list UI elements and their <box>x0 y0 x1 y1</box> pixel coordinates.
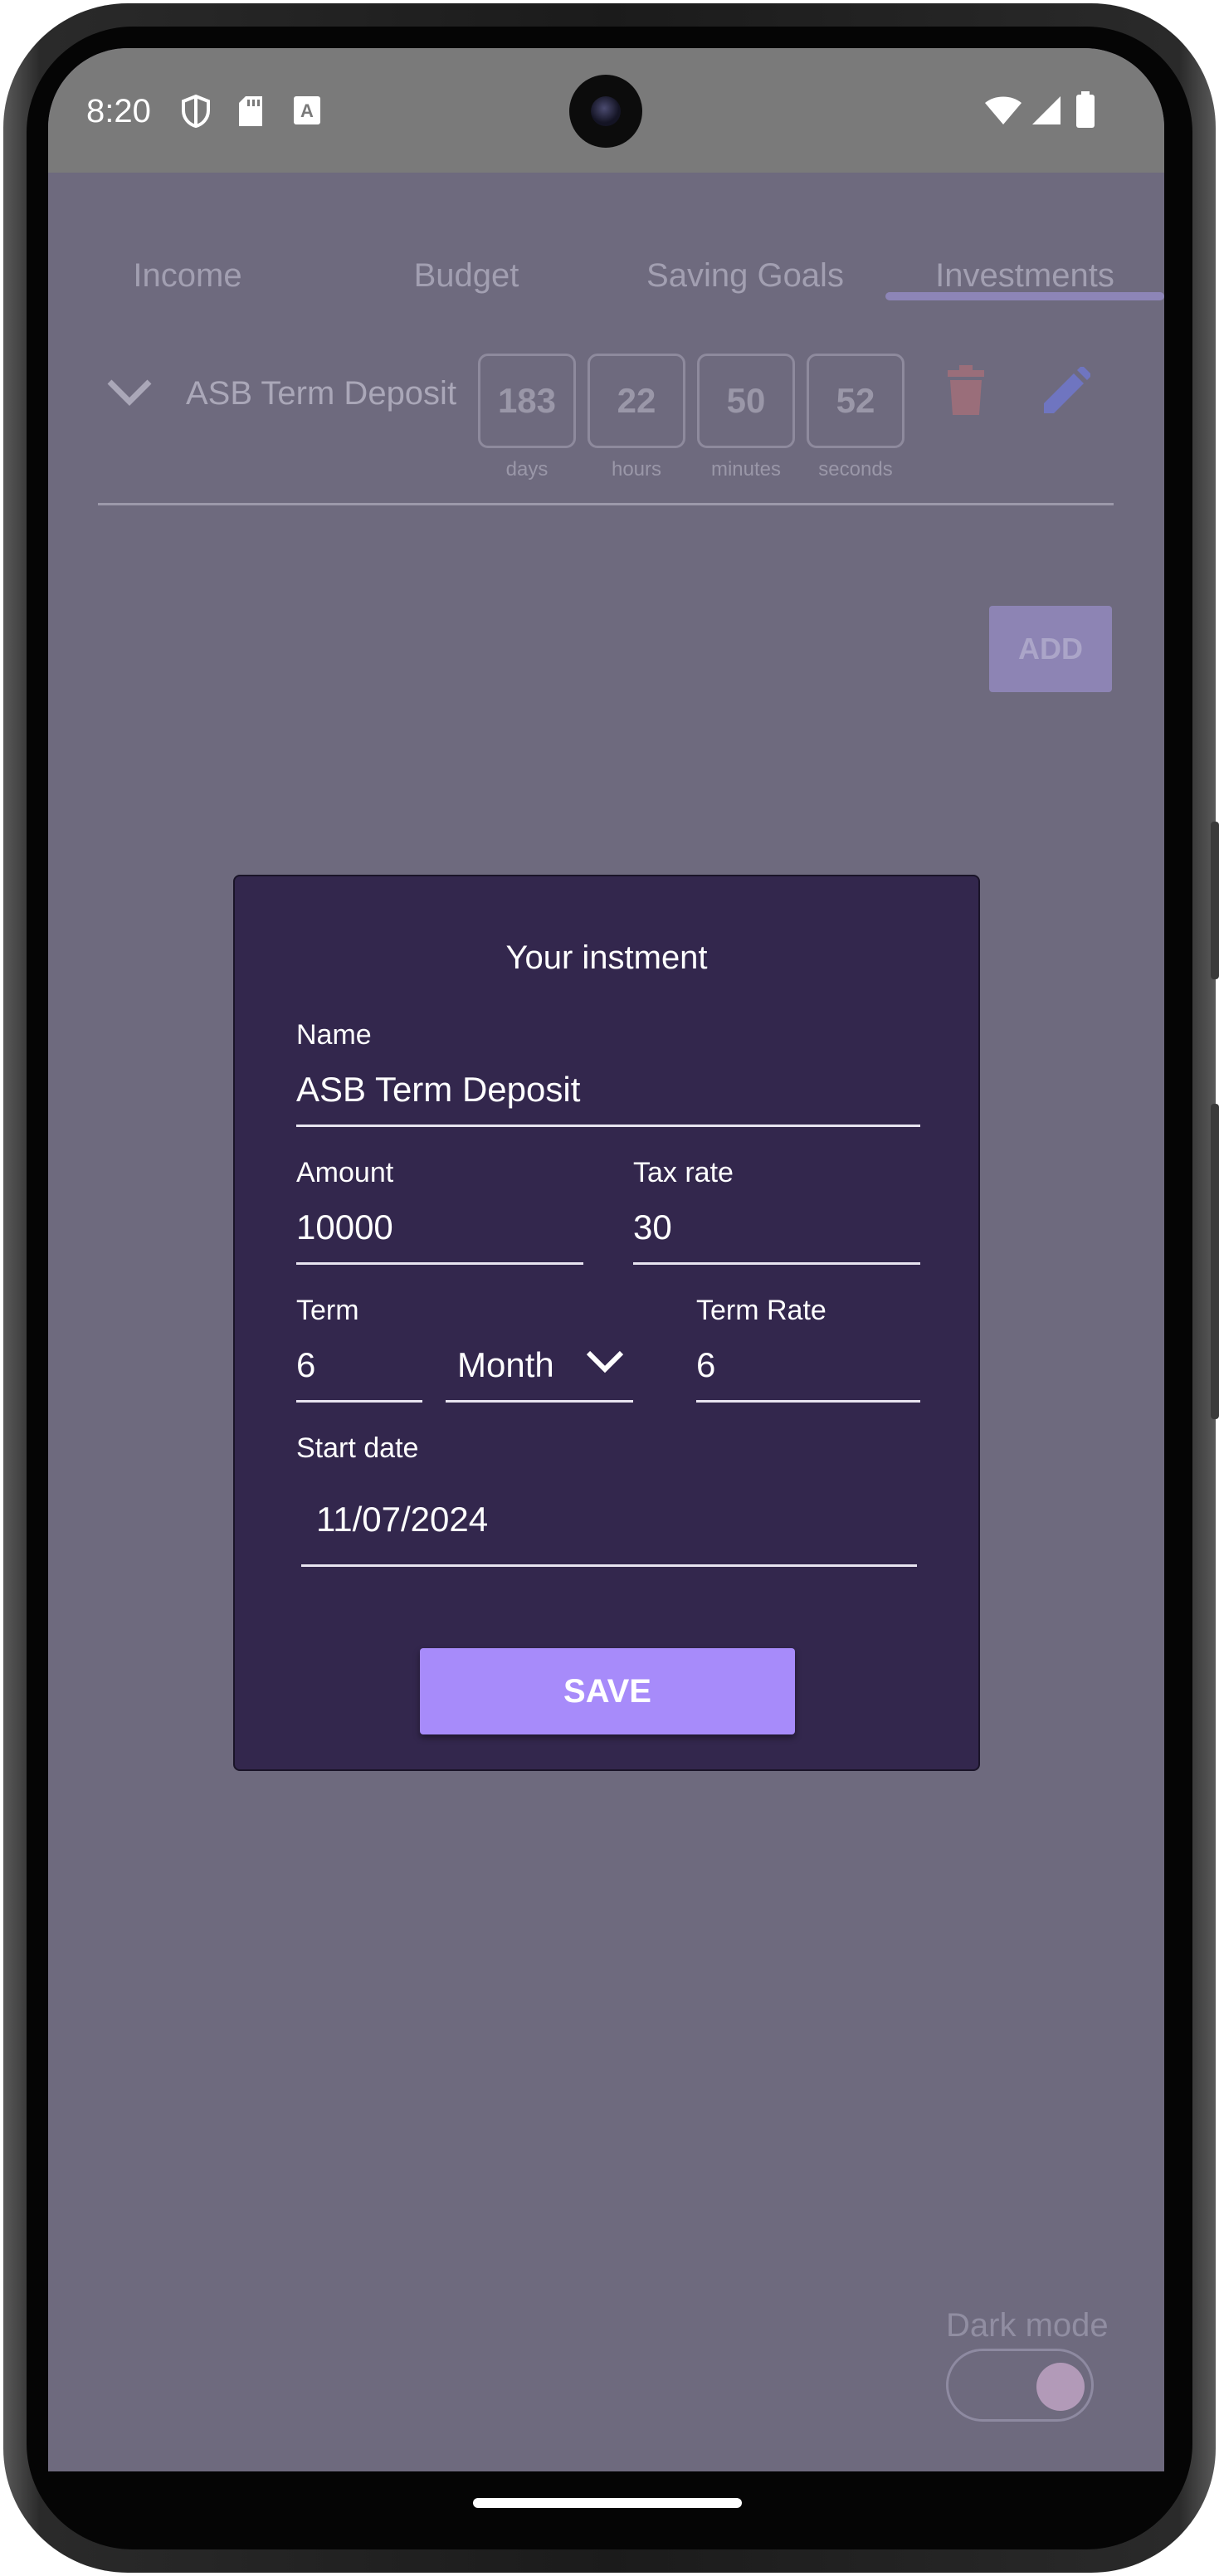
countdown-seconds-label: seconds <box>818 458 893 481</box>
term-value: 6 <box>296 1345 316 1384</box>
amount-value: 10000 <box>296 1208 393 1247</box>
start-date-value: 11/07/2024 <box>316 1500 489 1539</box>
investment-name: ASB Term Deposit <box>186 375 457 412</box>
sd-card-icon <box>237 95 264 132</box>
volume-button <box>1211 822 1219 979</box>
tab-budget[interactable]: Budget <box>327 257 606 295</box>
term-rate-field[interactable]: 6 <box>696 1336 920 1403</box>
tab-saving-goals[interactable]: Saving Goals <box>606 257 885 295</box>
term-rate-label: Term Rate <box>696 1295 826 1326</box>
dark-mode-toggle[interactable] <box>946 2349 1094 2422</box>
amount-label: Amount <box>296 1157 394 1188</box>
term-rate-value: 6 <box>696 1345 716 1384</box>
home-indicator[interactable] <box>473 2498 742 2508</box>
chevron-down-icon[interactable] <box>106 378 153 411</box>
status-time: 8:20 <box>86 93 151 129</box>
tab-indicator <box>885 292 1164 300</box>
chevron-down-icon <box>585 1349 625 1378</box>
countdown-days-label: days <box>505 458 549 481</box>
save-button[interactable]: SAVE <box>420 1648 795 1734</box>
tax-rate-label: Tax rate <box>633 1157 734 1188</box>
term-label: Term <box>296 1295 359 1326</box>
tab-investments[interactable]: Investments <box>885 257 1164 295</box>
svg-text:A: A <box>300 100 314 121</box>
name-label: Name <box>296 1019 372 1051</box>
term-unit-value: Month <box>457 1345 554 1384</box>
countdown-hours: 22 <box>588 354 685 448</box>
countdown-hours-label: hours <box>611 458 662 481</box>
tab-income[interactable]: Income <box>48 257 327 295</box>
name-field[interactable]: ASB Term Deposit <box>296 1061 920 1127</box>
status-bar: 8:20 A <box>48 48 1164 173</box>
phone-frame: 8:20 A Income Budget Saving Goals Invest… <box>0 0 1219 2576</box>
term-unit-select[interactable]: Month <box>446 1336 633 1403</box>
shield-icon <box>181 94 211 132</box>
dialog-title: Your instment <box>505 939 708 976</box>
text-icon: A <box>292 95 322 130</box>
investment-dialog: Your instment Name ASB Term Deposit Amou… <box>233 875 980 1771</box>
power-button <box>1211 1104 1219 1419</box>
countdown-minutes: 50 <box>697 354 795 448</box>
tax-rate-field[interactable]: 30 <box>633 1198 920 1265</box>
countdown-days: 183 <box>478 354 576 448</box>
name-value: ASB Term Deposit <box>296 1070 581 1109</box>
countdown-minutes-label: minutes <box>710 458 782 481</box>
front-camera <box>569 75 642 148</box>
signal-icon <box>1031 95 1062 130</box>
wifi-icon <box>984 96 1022 130</box>
dark-mode-label: Dark mode <box>946 2307 1109 2344</box>
start-date-label: Start date <box>296 1432 419 1464</box>
row-divider <box>98 503 1114 505</box>
countdown-seconds: 52 <box>807 354 904 448</box>
tab-bar: Income Budget Saving Goals Investments <box>48 173 1164 305</box>
amount-field[interactable]: 10000 <box>296 1198 583 1265</box>
toggle-knob <box>1036 2363 1085 2411</box>
start-date-field[interactable]: 11/07/2024 <box>301 1474 917 1567</box>
tax-rate-value: 30 <box>633 1208 672 1247</box>
add-button[interactable]: ADD <box>989 606 1112 692</box>
term-field[interactable]: 6 <box>296 1336 422 1403</box>
edit-icon[interactable] <box>1041 365 1092 421</box>
battery-icon <box>1075 91 1095 132</box>
delete-icon[interactable] <box>946 365 986 421</box>
